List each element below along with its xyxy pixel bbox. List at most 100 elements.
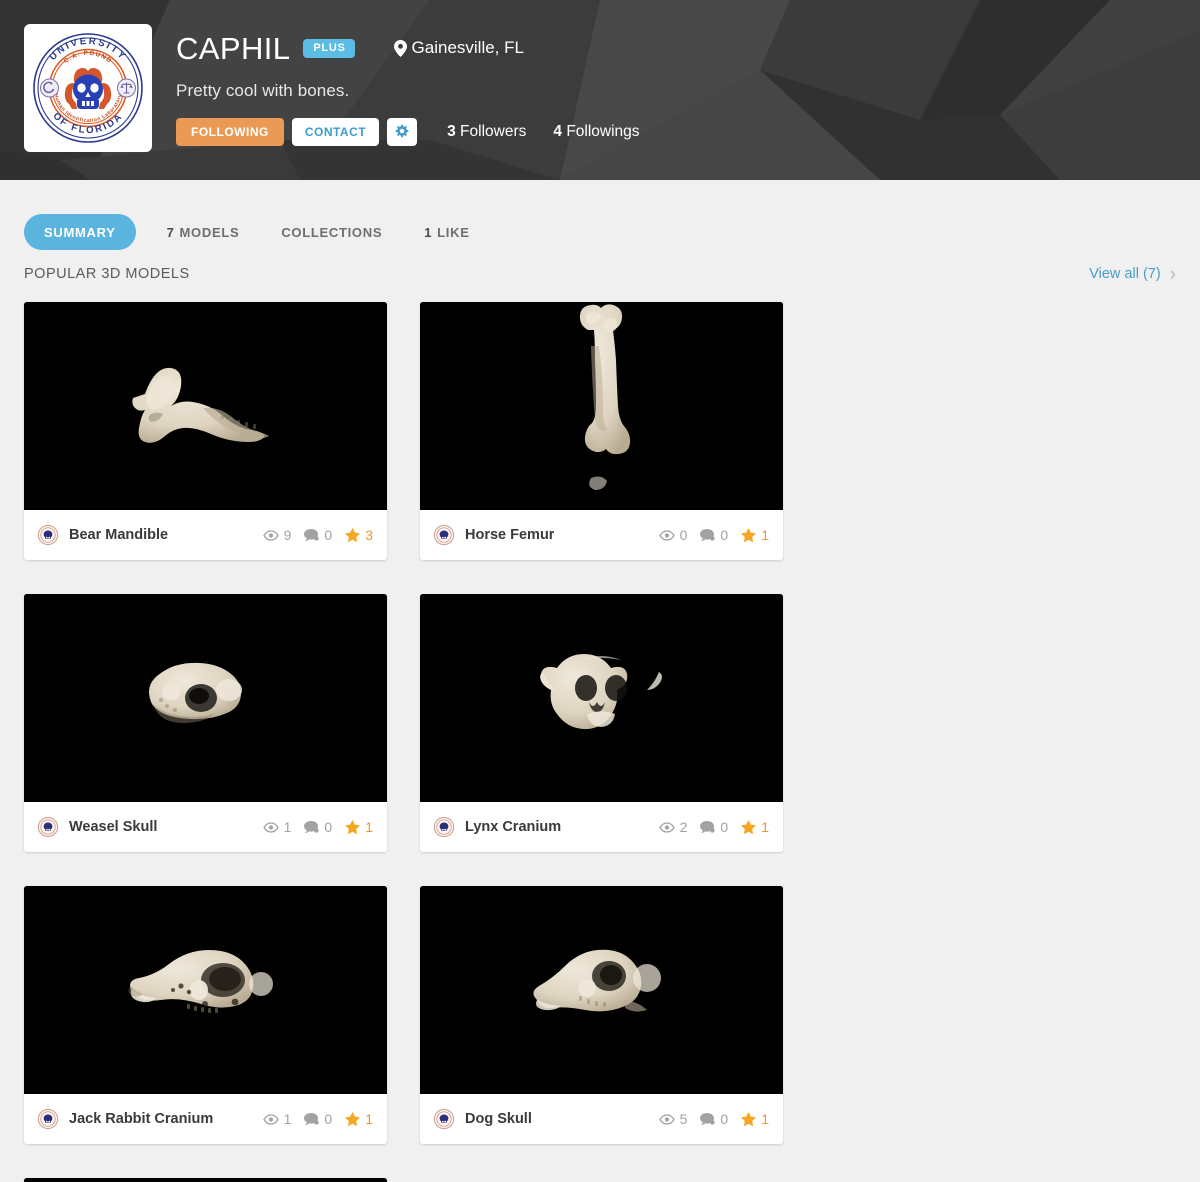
avatar[interactable]	[37, 1108, 59, 1130]
likes-stat[interactable]: 1	[741, 527, 769, 543]
star-icon	[741, 1112, 757, 1126]
comment-icon	[700, 820, 716, 834]
model-stats: 0 0 1	[658, 527, 769, 543]
model-thumbnail[interactable]	[420, 886, 783, 1094]
avatar[interactable]: UNIVERSITY OF FLORIDA C.A. POUND Human I…	[24, 24, 152, 152]
comments-count: 0	[324, 819, 333, 835]
comment-icon	[304, 1112, 320, 1126]
view-all-link[interactable]: View all (7) ›	[1089, 265, 1176, 284]
comments-stat: 0	[700, 527, 728, 543]
eye-icon	[262, 1113, 279, 1125]
model-stats: 5 0 1	[658, 1111, 769, 1127]
model-card[interactable]: Dog Skull 5 0 1	[420, 886, 783, 1144]
comment-icon	[304, 528, 320, 542]
avatar[interactable]	[37, 816, 59, 838]
following-button[interactable]: FOLLOWING	[176, 118, 284, 146]
model-card-footer: Jack Rabbit Cranium 1 0 1	[24, 1094, 387, 1144]
avatar[interactable]	[433, 524, 455, 546]
avatar[interactable]	[433, 816, 455, 838]
model-card-footer: Dog Skull 5 0 1	[420, 1094, 783, 1144]
model-title[interactable]: Dog Skull	[465, 1111, 532, 1127]
location-text: Gainesville, FL	[411, 38, 524, 57]
model-title[interactable]: Horse Femur	[465, 527, 554, 543]
model-card-footer: Bear Mandible 9 0 3	[24, 510, 387, 560]
model-stats: 9 0 3	[262, 527, 373, 543]
model-thumbnail[interactable]	[420, 594, 783, 802]
uf-caphil-logo-small-icon	[433, 1108, 455, 1130]
model-stats: 2 0 1	[658, 819, 769, 835]
views-stat: 9	[262, 527, 292, 543]
followers-count: 3	[447, 123, 456, 140]
model-thumbnail[interactable]	[24, 886, 387, 1094]
model-thumbnail[interactable]	[24, 1178, 387, 1182]
model-card[interactable]: Bear Femur001	[24, 1178, 387, 1182]
views-stat: 0	[658, 527, 687, 543]
contact-button[interactable]: CONTACT	[291, 118, 380, 146]
eye-icon	[262, 529, 279, 541]
model-card-footer: Lynx Cranium 2 0 1	[420, 802, 783, 852]
tab-likes[interactable]: 1 LIKE	[413, 214, 480, 250]
uf-caphil-logo-small-icon	[37, 816, 59, 838]
views-stat: 5	[658, 1111, 688, 1127]
likes-stat[interactable]: 3	[345, 527, 373, 543]
followings-stat[interactable]: 4 Followings	[553, 123, 639, 141]
section-header: POPULAR 3D MODELS View all (7) ›	[0, 256, 1200, 292]
profile-actions: FOLLOWING CONTACT 3 Followers 4 Followin…	[176, 118, 640, 146]
plus-badge: PLUS	[303, 38, 355, 58]
views-count: 5	[679, 1111, 688, 1127]
tab-collections[interactable]: COLLECTIONS	[270, 214, 393, 250]
likes-stat[interactable]: 1	[345, 819, 373, 835]
views-stat: 1	[262, 819, 292, 835]
comments-count: 0	[720, 819, 729, 835]
likes-stat[interactable]: 1	[741, 819, 769, 835]
uf-caphil-logo-small-icon	[37, 524, 59, 546]
model-card-footer: Horse Femur 0 0 1	[420, 510, 783, 560]
uf-caphil-logo-small-icon	[433, 816, 455, 838]
avatar[interactable]	[37, 524, 59, 546]
followers-stat[interactable]: 3 Followers	[447, 123, 526, 141]
model-card[interactable]: Horse Femur 0 0 1	[420, 302, 783, 560]
views-stat: 2	[658, 819, 687, 835]
settings-button[interactable]	[387, 118, 418, 146]
star-icon	[345, 528, 361, 542]
comment-icon	[700, 1112, 716, 1126]
model-title[interactable]: Jack Rabbit Cranium	[69, 1111, 213, 1127]
page-title: CAPHIL	[176, 30, 291, 66]
comments-count: 0	[324, 527, 333, 543]
view-all-label: View all (7)	[1089, 266, 1161, 282]
comments-count: 0	[324, 1111, 333, 1127]
location: Gainesville, FL	[393, 38, 524, 58]
tab-models[interactable]: 7 MODELS	[156, 214, 251, 250]
tab-summary[interactable]: SUMMARY	[24, 214, 136, 250]
model-card[interactable]: Weasel Skull 1 0 1	[24, 594, 387, 852]
model-thumbnail[interactable]	[420, 302, 783, 510]
eye-icon	[658, 529, 675, 541]
model-title[interactable]: Bear Mandible	[69, 527, 168, 543]
likes-stat[interactable]: 1	[345, 1111, 373, 1127]
followings-count: 4	[553, 123, 562, 140]
profile-tabs: SUMMARY 7 MODELS COLLECTIONS 1 LIKE	[0, 180, 1200, 256]
views-count: 1	[283, 1111, 292, 1127]
eye-icon	[262, 821, 279, 833]
star-icon	[345, 820, 361, 834]
model-card[interactable]: Jack Rabbit Cranium 1 0 1	[24, 886, 387, 1144]
views-count: 1	[283, 819, 292, 835]
model-title[interactable]: Lynx Cranium	[465, 819, 561, 835]
likes-count: 1	[365, 819, 373, 835]
star-icon	[741, 820, 757, 834]
profile-header: UNIVERSITY OF FLORIDA C.A. POUND Human I…	[0, 0, 1200, 180]
model-thumbnail[interactable]	[24, 302, 387, 510]
likes-stat[interactable]: 1	[741, 1111, 769, 1127]
model-card[interactable]: Bear Mandible 9 0 3	[24, 302, 387, 560]
avatar[interactable]	[433, 1108, 455, 1130]
profile-tagline: Pretty cool with bones.	[176, 81, 350, 100]
chevron-right-icon: ›	[1169, 263, 1176, 285]
profile-name-row: CAPHIL PLUS Gainesville, FL	[176, 28, 640, 68]
views-count: 9	[283, 527, 292, 543]
likes-count: 3	[365, 527, 373, 543]
tab-models-label: MODELS	[179, 224, 240, 240]
profile-info: CAPHIL PLUS Gainesville, FL Pretty cool …	[176, 24, 640, 146]
model-title[interactable]: Weasel Skull	[69, 819, 157, 835]
model-thumbnail[interactable]	[24, 594, 387, 802]
model-card[interactable]: Lynx Cranium 2 0 1	[420, 594, 783, 852]
